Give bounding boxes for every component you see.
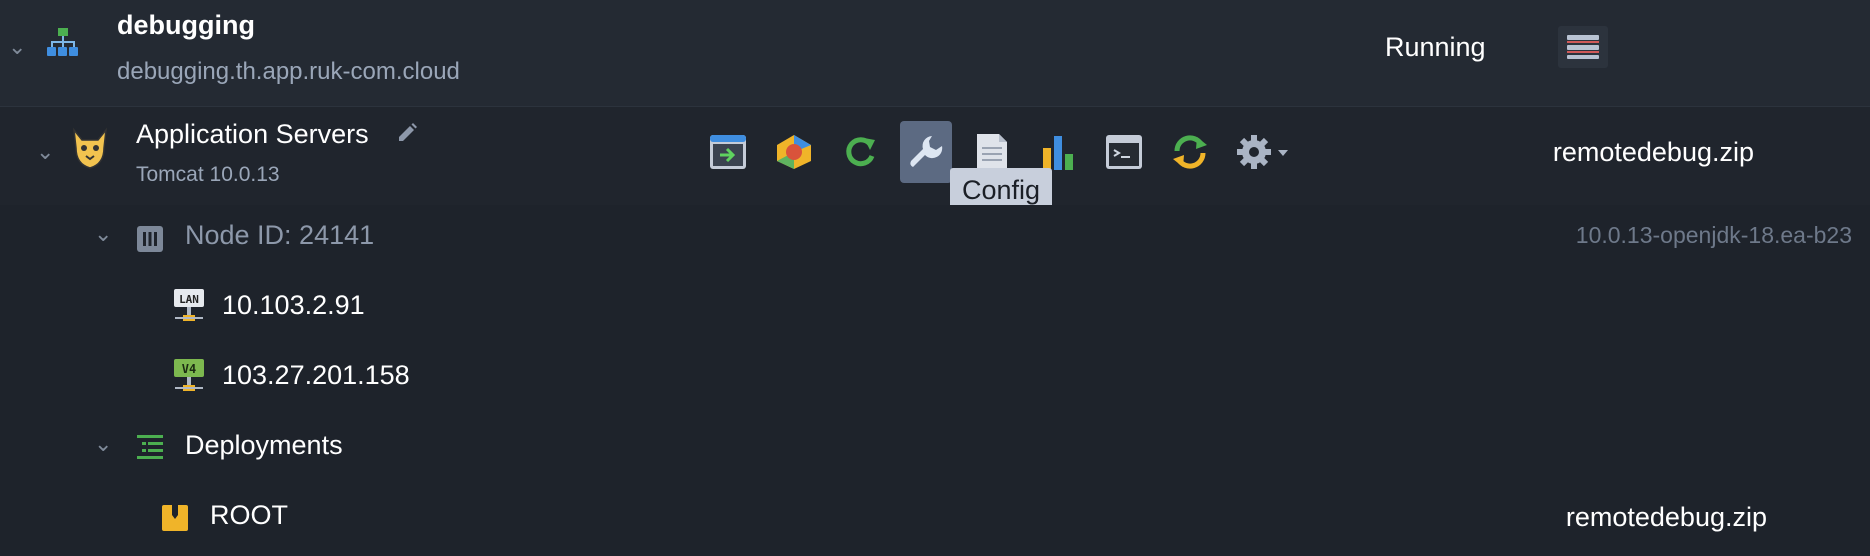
bar-chart-icon: [1043, 136, 1073, 170]
ip-address[interactable]: 10.103.2.91: [222, 290, 365, 321]
wrench-icon: [910, 136, 943, 167]
add-ons-button[interactable]: [768, 121, 820, 183]
deployments-row[interactable]: ⌄ Deployments: [0, 415, 1870, 485]
power-stripes-icon: [1567, 35, 1599, 59]
settings-button[interactable]: [1232, 121, 1298, 183]
environment-name[interactable]: debugging: [117, 10, 255, 41]
log-file-icon: [977, 134, 1007, 170]
web-ssh-button[interactable]: [1098, 121, 1150, 183]
deployment-archive: remotedebug.zip: [1565, 502, 1767, 532]
environment-row[interactable]: ⌄ debugging debugging.th.app.ruk-com.clo…: [0, 0, 1870, 107]
environment-domain[interactable]: debugging.th.app.ruk-com.cloud: [117, 58, 460, 86]
gear-icon: [1237, 135, 1288, 169]
svg-text:V4: V4: [182, 362, 196, 376]
server-group-name[interactable]: Application Servers: [136, 119, 369, 150]
node-id-label[interactable]: Node ID: 24141: [185, 220, 374, 251]
redeploy-button[interactable]: [1164, 121, 1216, 183]
deployments-icon: [137, 435, 163, 459]
server-stack-version: Tomcat 10.0.13: [136, 163, 280, 186]
lan-ip-icon: LAN: [174, 289, 204, 321]
svg-text:LAN: LAN: [179, 293, 199, 306]
redeploy-icon: [1173, 135, 1207, 169]
status-text: Running: [1385, 32, 1486, 62]
config-button[interactable]: [900, 121, 952, 183]
addons-icon: [777, 135, 811, 169]
restart-icon: [846, 137, 875, 167]
pencil-icon[interactable]: [396, 120, 420, 144]
restart-button[interactable]: [834, 121, 886, 183]
ip-row[interactable]: LAN 10.103.2.91: [0, 275, 1870, 345]
ip-address[interactable]: 103.27.201.158: [222, 360, 410, 391]
deployments-label[interactable]: Deployments: [185, 430, 343, 461]
environment-topology-icon: [47, 28, 78, 56]
node-icon: [137, 226, 163, 252]
server-deployment-archive: remotedebug.zip: [1552, 137, 1754, 167]
node-row[interactable]: ⌄ Node ID: 24141 10.0.13-openjdk-18.ea-b…: [0, 205, 1870, 275]
chevron-down-icon[interactable]: ⌄: [94, 223, 112, 245]
chevron-down-icon[interactable]: ⌄: [36, 141, 54, 163]
open-in-browser-icon: [710, 135, 746, 169]
deployment-context[interactable]: ROOT: [210, 500, 288, 531]
node-version: 10.0.13-openjdk-18.ea-b23: [1575, 222, 1852, 248]
terminal-icon: [1106, 135, 1142, 169]
status-toggle-button[interactable]: [1558, 26, 1608, 68]
archive-icon: [162, 505, 188, 531]
open-in-browser-button[interactable]: [702, 121, 754, 183]
deployment-item-row[interactable]: ROOT remotedebug.zip: [0, 485, 1870, 556]
tomcat-icon: [72, 127, 108, 169]
public-ipv4-icon: V4: [174, 359, 204, 391]
ip-row[interactable]: V4 103.27.201.158: [0, 345, 1870, 415]
chevron-down-icon[interactable]: ⌄: [94, 433, 112, 455]
chevron-down-icon[interactable]: ⌄: [8, 36, 26, 58]
